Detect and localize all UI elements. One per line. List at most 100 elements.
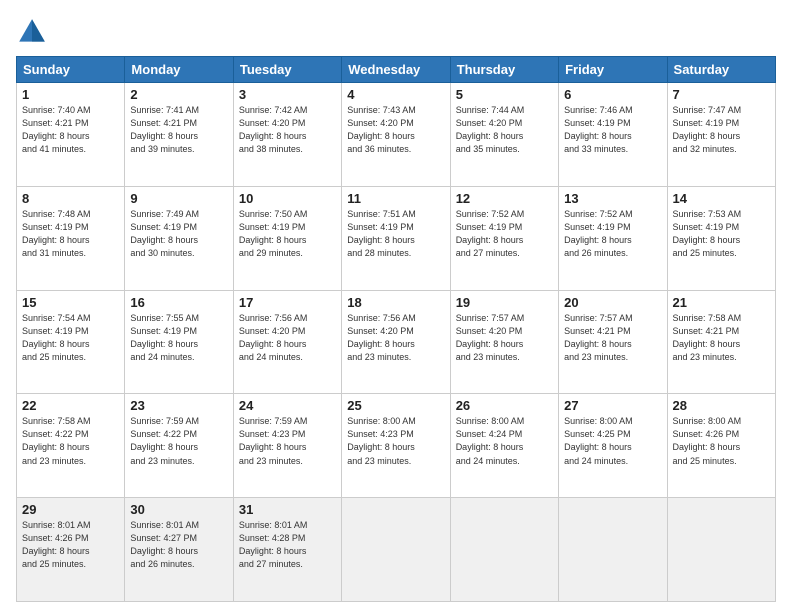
- calendar-cell: 21 Sunrise: 7:58 AMSunset: 4:21 PMDayligh…: [667, 290, 775, 394]
- day-number: 13: [564, 191, 661, 206]
- day-info: Sunrise: 7:42 AMSunset: 4:20 PMDaylight:…: [239, 104, 336, 156]
- day-info: Sunrise: 7:58 AMSunset: 4:22 PMDaylight:…: [22, 415, 119, 467]
- day-number: 29: [22, 502, 119, 517]
- day-number: 26: [456, 398, 553, 413]
- day-info: Sunrise: 7:55 AMSunset: 4:19 PMDaylight:…: [130, 312, 227, 364]
- calendar-cell: 25 Sunrise: 8:00 AMSunset: 4:23 PMDayligh…: [342, 394, 450, 498]
- header: [16, 16, 776, 48]
- day-number: 5: [456, 87, 553, 102]
- day-info: Sunrise: 7:53 AMSunset: 4:19 PMDaylight:…: [673, 208, 770, 260]
- calendar-cell: 26 Sunrise: 8:00 AMSunset: 4:24 PMDayligh…: [450, 394, 558, 498]
- calendar-cell: 23Sunrise: 7:59 AMSunset: 4:22 PMDayligh…: [125, 394, 233, 498]
- day-number: 18: [347, 295, 444, 310]
- calendar-cell: 3 Sunrise: 7:42 AMSunset: 4:20 PMDaylight…: [233, 83, 341, 187]
- calendar-cell: 4 Sunrise: 7:43 AMSunset: 4:20 PMDaylight…: [342, 83, 450, 187]
- day-header-friday: Friday: [559, 57, 667, 83]
- calendar-cell: 17 Sunrise: 7:56 AMSunset: 4:20 PMDayligh…: [233, 290, 341, 394]
- day-info: Sunrise: 7:44 AMSunset: 4:20 PMDaylight:…: [456, 104, 553, 156]
- day-info: Sunrise: 7:52 AMSunset: 4:19 PMDaylight:…: [456, 208, 553, 260]
- day-number: 11: [347, 191, 444, 206]
- day-number: 14: [673, 191, 770, 206]
- week-row-2: 8 Sunrise: 7:48 AMSunset: 4:19 PMDaylight…: [17, 186, 776, 290]
- day-info: Sunrise: 8:00 AMSunset: 4:23 PMDaylight:…: [347, 415, 444, 467]
- calendar-cell: 19 Sunrise: 7:57 AMSunset: 4:20 PMDayligh…: [450, 290, 558, 394]
- calendar-cell: 18 Sunrise: 7:56 AMSunset: 4:20 PMDayligh…: [342, 290, 450, 394]
- day-number: 17: [239, 295, 336, 310]
- calendar-cell: 12 Sunrise: 7:52 AMSunset: 4:19 PMDayligh…: [450, 186, 558, 290]
- day-number: 16: [130, 295, 227, 310]
- calendar-cell: 20 Sunrise: 7:57 AMSunset: 4:21 PMDayligh…: [559, 290, 667, 394]
- calendar-cell: [559, 498, 667, 602]
- calendar-cell: [450, 498, 558, 602]
- calendar-cell: 2 Sunrise: 7:41 AMSunset: 4:21 PMDaylight…: [125, 83, 233, 187]
- day-header-wednesday: Wednesday: [342, 57, 450, 83]
- day-info: Sunrise: 8:01 AMSunset: 4:28 PMDaylight:…: [239, 519, 336, 571]
- logo: [16, 16, 52, 48]
- calendar-cell: 30 Sunrise: 8:01 AMSunset: 4:27 PMDayligh…: [125, 498, 233, 602]
- week-row-5: 29Sunrise: 8:01 AMSunset: 4:26 PMDayligh…: [17, 498, 776, 602]
- calendar-cell: 27 Sunrise: 8:00 AMSunset: 4:25 PMDayligh…: [559, 394, 667, 498]
- calendar-cell: 14 Sunrise: 7:53 AMSunset: 4:19 PMDayligh…: [667, 186, 775, 290]
- calendar-body: 1Sunrise: 7:40 AMSunset: 4:21 PMDaylight…: [17, 83, 776, 602]
- day-header-tuesday: Tuesday: [233, 57, 341, 83]
- week-row-3: 15 Sunrise: 7:54 AMSunset: 4:19 PMDayligh…: [17, 290, 776, 394]
- day-number: 2: [130, 87, 227, 102]
- calendar-cell: 13 Sunrise: 7:52 AMSunset: 4:19 PMDayligh…: [559, 186, 667, 290]
- day-info: Sunrise: 8:00 AMSunset: 4:25 PMDaylight:…: [564, 415, 661, 467]
- day-info: Sunrise: 7:59 AMSunset: 4:23 PMDaylight:…: [239, 415, 336, 467]
- day-number: 27: [564, 398, 661, 413]
- calendar-cell: 11Sunrise: 7:51 AMSunset: 4:19 PMDayligh…: [342, 186, 450, 290]
- calendar-cell: 7Sunrise: 7:47 AMSunset: 4:19 PMDaylight…: [667, 83, 775, 187]
- day-number: 4: [347, 87, 444, 102]
- day-number: 7: [673, 87, 770, 102]
- day-number: 28: [673, 398, 770, 413]
- week-row-4: 22 Sunrise: 7:58 AMSunset: 4:22 PMDayligh…: [17, 394, 776, 498]
- day-info: Sunrise: 7:56 AMSunset: 4:20 PMDaylight:…: [239, 312, 336, 364]
- day-info: Sunrise: 7:52 AMSunset: 4:19 PMDaylight:…: [564, 208, 661, 260]
- calendar-cell: 5 Sunrise: 7:44 AMSunset: 4:20 PMDaylight…: [450, 83, 558, 187]
- day-info: Sunrise: 7:57 AMSunset: 4:21 PMDaylight:…: [564, 312, 661, 364]
- day-number: 21: [673, 295, 770, 310]
- calendar-cell: [342, 498, 450, 602]
- day-info: Sunrise: 7:41 AMSunset: 4:21 PMDaylight:…: [130, 104, 227, 156]
- day-info: Sunrise: 7:48 AMSunset: 4:19 PMDaylight:…: [22, 208, 119, 260]
- day-info: Sunrise: 7:43 AMSunset: 4:20 PMDaylight:…: [347, 104, 444, 156]
- day-number: 12: [456, 191, 553, 206]
- calendar-cell: 10Sunrise: 7:50 AMSunset: 4:19 PMDayligh…: [233, 186, 341, 290]
- day-info: Sunrise: 7:56 AMSunset: 4:20 PMDaylight:…: [347, 312, 444, 364]
- calendar-cell: 24Sunrise: 7:59 AMSunset: 4:23 PMDayligh…: [233, 394, 341, 498]
- day-info: Sunrise: 7:46 AMSunset: 4:19 PMDaylight:…: [564, 104, 661, 156]
- day-info: Sunrise: 8:00 AMSunset: 4:26 PMDaylight:…: [673, 415, 770, 467]
- day-info: Sunrise: 7:58 AMSunset: 4:21 PMDaylight:…: [673, 312, 770, 364]
- day-info: Sunrise: 7:49 AMSunset: 4:19 PMDaylight:…: [130, 208, 227, 260]
- day-number: 31: [239, 502, 336, 517]
- day-info: Sunrise: 8:01 AMSunset: 4:27 PMDaylight:…: [130, 519, 227, 571]
- day-number: 3: [239, 87, 336, 102]
- day-info: Sunrise: 7:54 AMSunset: 4:19 PMDaylight:…: [22, 312, 119, 364]
- day-number: 22: [22, 398, 119, 413]
- calendar-header: SundayMondayTuesdayWednesdayThursdayFrid…: [17, 57, 776, 83]
- day-number: 30: [130, 502, 227, 517]
- calendar-cell: 9 Sunrise: 7:49 AMSunset: 4:19 PMDaylight…: [125, 186, 233, 290]
- calendar-cell: 28 Sunrise: 8:00 AMSunset: 4:26 PMDayligh…: [667, 394, 775, 498]
- calendar-cell: 31 Sunrise: 8:01 AMSunset: 4:28 PMDayligh…: [233, 498, 341, 602]
- day-header-thursday: Thursday: [450, 57, 558, 83]
- calendar-cell: [667, 498, 775, 602]
- day-header-monday: Monday: [125, 57, 233, 83]
- day-number: 15: [22, 295, 119, 310]
- day-number: 20: [564, 295, 661, 310]
- day-info: Sunrise: 7:40 AMSunset: 4:21 PMDaylight:…: [22, 104, 119, 156]
- day-header-row: SundayMondayTuesdayWednesdayThursdayFrid…: [17, 57, 776, 83]
- day-number: 9: [130, 191, 227, 206]
- calendar-cell: 1Sunrise: 7:40 AMSunset: 4:21 PMDaylight…: [17, 83, 125, 187]
- day-number: 8: [22, 191, 119, 206]
- calendar-cell: 6Sunrise: 7:46 AMSunset: 4:19 PMDaylight…: [559, 83, 667, 187]
- day-number: 10: [239, 191, 336, 206]
- day-info: Sunrise: 8:00 AMSunset: 4:24 PMDaylight:…: [456, 415, 553, 467]
- calendar-cell: 29Sunrise: 8:01 AMSunset: 4:26 PMDayligh…: [17, 498, 125, 602]
- day-number: 25: [347, 398, 444, 413]
- calendar-cell: 8 Sunrise: 7:48 AMSunset: 4:19 PMDaylight…: [17, 186, 125, 290]
- day-info: Sunrise: 7:57 AMSunset: 4:20 PMDaylight:…: [456, 312, 553, 364]
- logo-icon: [16, 16, 48, 48]
- day-number: 19: [456, 295, 553, 310]
